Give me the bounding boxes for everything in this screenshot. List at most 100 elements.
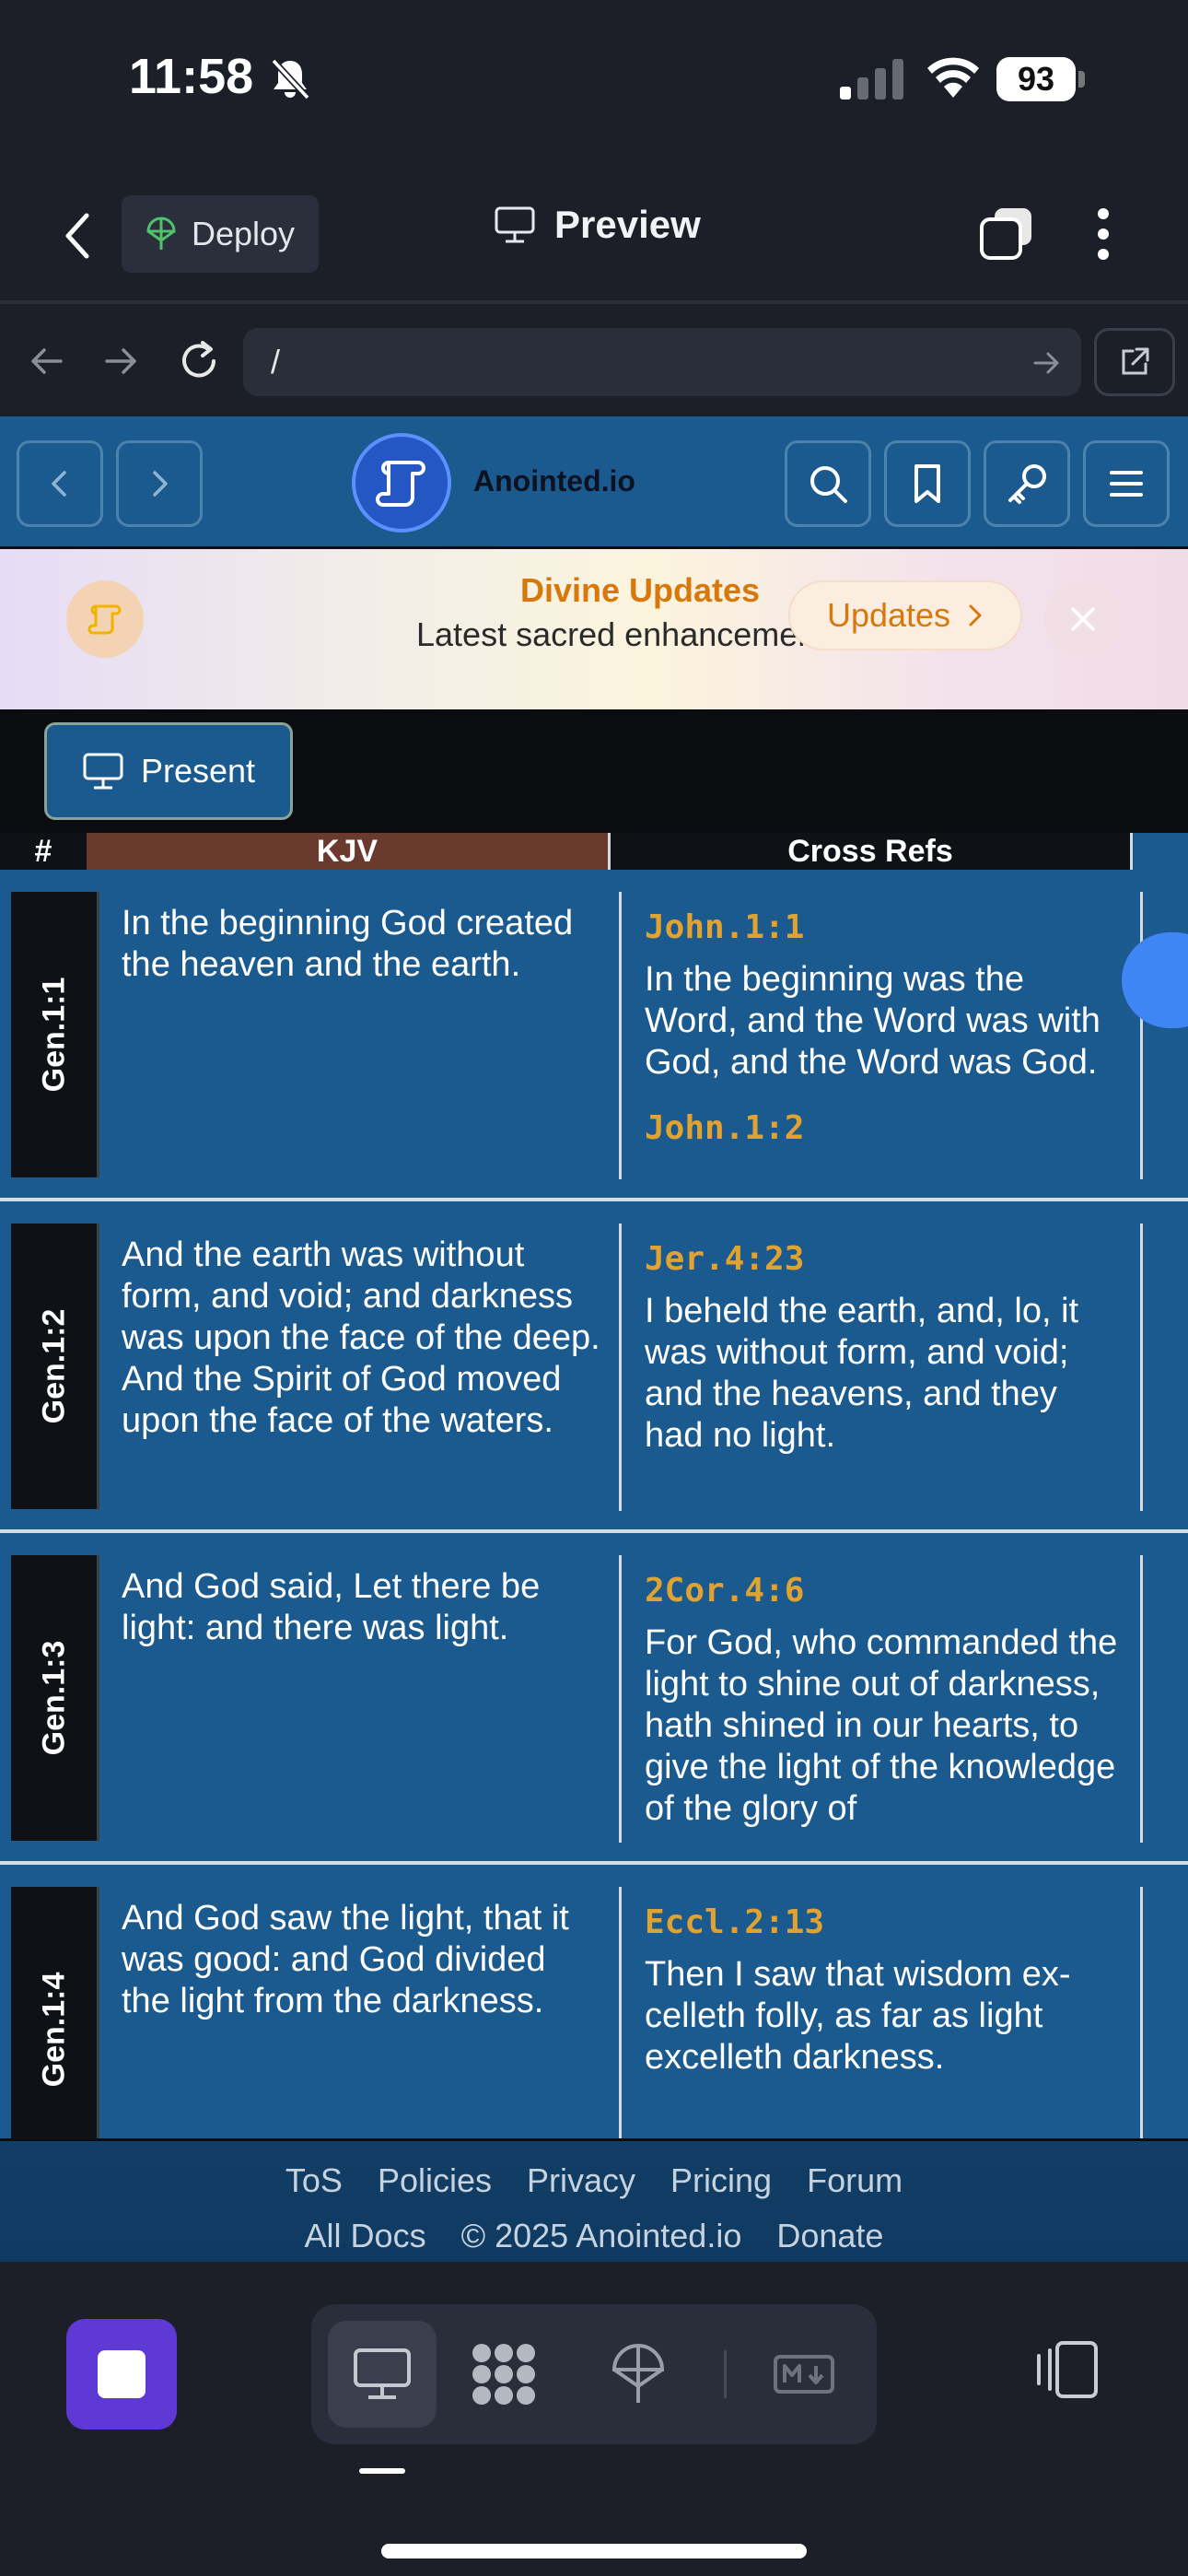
monitor-icon	[354, 2348, 411, 2399]
more-vertical-icon[interactable]	[1094, 206, 1112, 262]
updates-banner: Divine Updates Latest sacred enhancement…	[0, 549, 1188, 709]
chevron-right-icon	[153, 471, 168, 497]
kjv-verse-text: In the beginning God created the heaven …	[122, 904, 574, 984]
table-header: # KJV Cross Refs	[0, 833, 1188, 870]
url-row: /	[0, 308, 1188, 416]
signal-icon	[840, 59, 903, 100]
verse-ref: Gen.1:2	[36, 1308, 71, 1424]
cross-ref-link[interactable]: John.1:1	[645, 908, 1124, 946]
updates-button[interactable]: Updates	[788, 580, 1022, 650]
site-back-button[interactable]	[17, 440, 103, 527]
markdown-tool-button[interactable]	[750, 2321, 858, 2428]
footer-link-tos[interactable]: ToS	[285, 2161, 343, 2200]
browser-back-icon[interactable]	[28, 343, 64, 380]
markdown-icon	[774, 2355, 834, 2394]
site-footer: ToS Policies Privacy Pricing Forum All D…	[0, 2138, 1188, 2262]
device-toggle-icon[interactable]	[1030, 2339, 1100, 2400]
footer-link-policies[interactable]: Policies	[378, 2161, 492, 2200]
banner-close-button[interactable]	[1044, 580, 1122, 658]
cross-ref-text: Then I saw that wisdom ex­celleth folly,…	[645, 1955, 1071, 2077]
preview-tool-button[interactable]	[328, 2321, 437, 2428]
workspace-tool-button[interactable]	[449, 2321, 558, 2428]
wifi-icon	[927, 57, 979, 98]
tabs-icon[interactable]	[978, 205, 1035, 262]
present-button[interactable]: Present	[44, 722, 293, 820]
verse-ref: Gen.1:1	[36, 977, 71, 1093]
table-row: Gen.1:2 And the earth was without form, …	[0, 1201, 1188, 1533]
cross-ref-link[interactable]: John.1:2	[645, 1109, 1124, 1147]
verse-ref-cell[interactable]: Gen.1:1	[11, 892, 99, 1177]
cross-refs-cell: John.1:1 In the beginning was the Word, …	[645, 908, 1124, 1179]
view-switcher	[311, 2304, 877, 2444]
blocks-icon	[472, 2344, 535, 2405]
url-input[interactable]: /	[243, 328, 1081, 396]
cross-refs-cell: Jer.4:23 I beheld the earth, and, lo, it…	[645, 1240, 1124, 1511]
verse-ref-cell[interactable]: Gen.1:4	[11, 1887, 99, 2138]
footer-copyright: © 2025 Anointed.io	[460, 2217, 742, 2254]
preview-label: Preview	[554, 203, 701, 246]
go-arrow-icon[interactable]	[1033, 350, 1061, 376]
site-forward-button[interactable]	[116, 440, 203, 527]
present-label: Present	[140, 752, 256, 790]
kjv-verse-text: And God saw the light, that it was good:…	[122, 1899, 569, 2020]
monitor-icon	[495, 206, 535, 243]
app-bar: Deploy Preview	[0, 157, 1188, 304]
search-button[interactable]	[785, 440, 871, 527]
chevron-left-icon	[52, 471, 66, 497]
search-icon	[810, 466, 847, 503]
verse-ref: Gen.1:4	[36, 1972, 71, 2088]
verse-table: Gen.1:1 In the beginning God created the…	[0, 870, 1188, 2138]
status-bar: 11:58 93	[0, 0, 1188, 157]
cross-ref-text: I beheld the earth, and, lo, it was with…	[645, 1292, 1079, 1455]
verse-ref-cell[interactable]: Gen.1:3	[11, 1555, 99, 1841]
present-toolbar: Present	[0, 709, 1188, 833]
verse-ref: Gen.1:3	[36, 1640, 71, 1756]
status-time: 11:58	[129, 49, 254, 104]
table-row: Gen.1:3 And God said, Let there be light…	[0, 1533, 1188, 1865]
stop-button[interactable]	[66, 2319, 177, 2430]
site-header: Anointed.io	[0, 416, 1188, 549]
scroll-icon	[376, 461, 425, 507]
footer-link-pricing[interactable]: Pricing	[670, 2161, 772, 2200]
key-button[interactable]	[984, 440, 1070, 527]
preview-title: Preview	[494, 203, 701, 247]
footer-link-all-docs[interactable]: All Docs	[305, 2217, 426, 2255]
deploy-tool-button[interactable]	[584, 2321, 693, 2428]
open-external-button[interactable]	[1094, 328, 1175, 396]
battery-indicator: 93	[996, 57, 1085, 101]
table-row: Gen.1:1 In the beginning God created the…	[0, 870, 1188, 1201]
kjv-verse-text: And the earth was without form, and void…	[122, 1235, 600, 1440]
cross-ref-link[interactable]: 2Cor.4:6	[645, 1572, 1124, 1610]
column-header-kjv[interactable]: KJV	[87, 833, 608, 870]
key-icon	[1008, 464, 1046, 504]
battery-level: 93	[996, 57, 1076, 101]
cross-ref-link[interactable]: Eccl.2:13	[645, 1903, 1124, 1941]
footer-link-privacy[interactable]: Privacy	[527, 2161, 635, 2200]
site-logo[interactable]	[352, 433, 451, 533]
cross-ref-link[interactable]: Jer.4:23	[645, 1240, 1124, 1278]
footer-link-forum[interactable]: Forum	[807, 2161, 903, 2200]
column-header-extra	[1133, 833, 1188, 870]
updates-label: Updates	[826, 596, 951, 634]
active-tab-indicator	[359, 2468, 405, 2474]
deploy-icon	[611, 2344, 665, 2403]
bookmark-button[interactable]	[884, 440, 971, 527]
column-header-cross-refs[interactable]: Cross Refs	[608, 833, 1133, 870]
bell-muted-icon	[271, 58, 310, 100]
bottom-toolbar	[0, 2262, 1188, 2576]
browser-forward-icon[interactable]	[103, 343, 140, 380]
column-header-num: #	[0, 833, 87, 870]
hamburger-icon	[1110, 471, 1143, 497]
cross-refs-cell: 2Cor.4:6 For God, who commanded the ligh…	[645, 1572, 1124, 1843]
menu-button[interactable]	[1083, 440, 1170, 527]
home-indicator	[381, 2544, 807, 2558]
monitor-icon	[83, 753, 123, 790]
verse-ref-cell[interactable]: Gen.1:2	[11, 1224, 99, 1509]
site-name: Anointed.io	[473, 464, 635, 498]
deploy-button[interactable]: Deploy	[122, 195, 319, 273]
back-chevron-icon[interactable]	[59, 210, 96, 262]
reload-icon[interactable]	[177, 339, 221, 383]
cross-ref-text: For God, who commanded the light to shin…	[645, 1623, 1118, 1828]
footer-link-donate[interactable]: Donate	[776, 2217, 883, 2255]
kjv-verse-text: And God said, Let there be light: and th…	[122, 1567, 541, 1647]
